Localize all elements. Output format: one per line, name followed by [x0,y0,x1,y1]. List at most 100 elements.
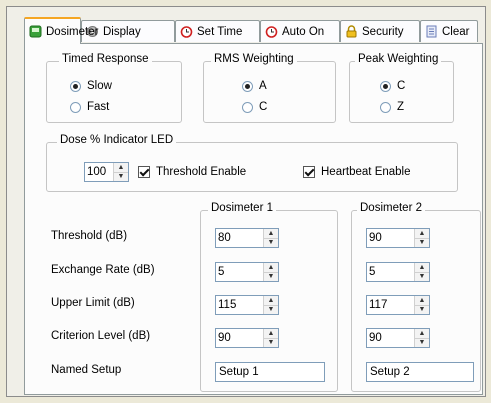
heartbeat-enable-label: Heartbeat Enable [321,166,411,178]
peak-z-radio-label: Z [397,101,405,113]
d2-exchange-rate-spin-buttons: ▲ ▼ [414,263,429,281]
slow-radio-label: Slow [87,80,112,92]
rms-a-radio-dot [242,80,253,92]
d1-criterion-level-value: 90 [218,332,231,344]
tab-auto-on[interactable]: Auto On [260,20,340,42]
d1-threshold-value: 80 [218,232,231,244]
timed-response-title: Timed Response [59,53,152,65]
peak-c-radio-dot [380,80,391,92]
tab-security-label: Security [362,25,404,38]
spin-down-icon[interactable]: ▼ [264,272,278,281]
d1-upper-limit-value: 115 [218,299,237,311]
d1-criterion-level-spin-buttons: ▲ ▼ [263,329,278,347]
fast-radio-dot [70,101,81,113]
tab-set-time-label: Set Time [197,25,243,38]
rms-weighting-group [203,61,336,123]
rms-c-radio-dot [242,101,253,113]
spin-down-icon[interactable]: ▼ [415,238,429,247]
dose-led-spinner[interactable]: 100 ▲ ▼ [84,162,129,182]
spin-up-icon[interactable]: ▲ [415,229,429,239]
spin-up-icon[interactable]: ▲ [415,263,429,273]
d1-threshold-spinner[interactable]: 80 ▲ ▼ [215,228,279,248]
threshold-enable-checkbox[interactable]: Threshold Enable [138,166,246,178]
peak-c-radio[interactable]: C [380,80,405,92]
d1-upper-limit-spinner[interactable]: 115 ▲ ▼ [215,295,279,315]
d2-upper-limit-spin-buttons: ▲ ▼ [414,296,429,314]
threshold-enable-label: Threshold Enable [156,166,247,178]
d2-upper-limit-spinner[interactable]: 117 ▲ ▼ [366,295,430,315]
dosimeter1-title: Dosimeter 1 [208,202,276,214]
fast-radio[interactable]: Fast [70,101,109,113]
named-setup-label: Named Setup [51,364,122,376]
tab-auto-on-label: Auto On [282,25,325,38]
clock-icon [265,25,278,38]
peak-z-radio[interactable]: Z [380,101,404,113]
d2-criterion-level-spin-buttons: ▲ ▼ [414,329,429,347]
dosimeter-icon [29,25,42,38]
rms-a-radio[interactable]: A [242,80,267,92]
heartbeat-enable-checkbox[interactable]: Heartbeat Enable [303,166,411,178]
tab-security[interactable]: Security [340,20,420,42]
spin-up-icon[interactable]: ▲ [264,296,278,306]
clock-icon [180,25,193,38]
spin-down-icon[interactable]: ▼ [264,238,278,247]
d1-exchange-rate-spin-buttons: ▲ ▼ [263,263,278,281]
spin-down-icon[interactable]: ▼ [415,272,429,281]
clear-icon [425,25,438,38]
peak-c-radio-label: C [397,80,406,92]
tab-clear[interactable]: Clear [420,20,478,42]
criterion-level-label: Criterion Level (dB) [51,330,151,342]
fast-radio-label: Fast [87,101,110,113]
exchange-rate-label: Exchange Rate (dB) [51,264,155,276]
spin-up-icon[interactable]: ▲ [264,329,278,339]
d2-criterion-level-value: 90 [369,332,382,344]
timed-response-group [46,61,182,123]
d2-upper-limit-value: 117 [369,299,388,311]
dose-led-value: 100 [87,166,107,178]
tab-display-label: Display [103,25,141,38]
rms-weighting-title: RMS Weighting [211,53,297,65]
peak-weighting-group [349,61,454,123]
d2-threshold-value: 90 [369,232,382,244]
dose-led-title: Dose % Indicator LED [57,134,177,146]
rms-a-radio-label: A [259,80,267,92]
d2-threshold-spinner[interactable]: 90 ▲ ▼ [366,228,430,248]
slow-radio[interactable]: Slow [70,80,112,92]
spin-down-icon[interactable]: ▼ [114,172,128,181]
tab-clear-label: Clear [442,25,470,38]
spin-up-icon[interactable]: ▲ [264,263,278,273]
d2-named-setup-input[interactable]: Setup 2 [366,362,474,382]
d1-criterion-level-spinner[interactable]: 90 ▲ ▼ [215,328,279,348]
spin-down-icon[interactable]: ▼ [264,305,278,314]
d2-exchange-rate-spinner[interactable]: 5 ▲ ▼ [366,262,430,282]
rms-c-radio-label: C [259,101,268,113]
heartbeat-enable-box [303,166,315,178]
threshold-enable-box [138,166,150,178]
spin-down-icon[interactable]: ▼ [264,338,278,347]
spin-up-icon[interactable]: ▲ [264,229,278,239]
spin-up-icon[interactable]: ▲ [114,163,128,173]
spin-up-icon[interactable]: ▲ [415,296,429,306]
rms-c-radio[interactable]: C [242,101,267,113]
dosimeter2-title: Dosimeter 2 [357,202,425,214]
d2-threshold-spin-buttons: ▲ ▼ [414,229,429,247]
peak-weighting-title: Peak Weighting [355,53,442,65]
d2-exchange-rate-value: 5 [369,266,376,278]
spin-down-icon[interactable]: ▼ [415,305,429,314]
d1-upper-limit-spin-buttons: ▲ ▼ [263,296,278,314]
dose-led-spin-buttons: ▲ ▼ [113,163,128,181]
tab-dosimeter-label: Dosimeter [46,25,99,38]
spin-down-icon[interactable]: ▼ [415,338,429,347]
peak-z-radio-dot [380,101,391,113]
tab-dosimeter[interactable]: Dosimeter [24,17,98,44]
slow-radio-dot [70,80,81,92]
d1-exchange-rate-spinner[interactable]: 5 ▲ ▼ [215,262,279,282]
d1-named-setup-input[interactable]: Setup 1 [215,362,325,382]
upper-limit-label: Upper Limit (dB) [51,297,135,309]
lock-icon [345,25,358,38]
d1-threshold-spin-buttons: ▲ ▼ [263,229,278,247]
spin-up-icon[interactable]: ▲ [415,329,429,339]
threshold-label: Threshold (dB) [51,230,128,242]
d2-criterion-level-spinner[interactable]: 90 ▲ ▼ [366,328,430,348]
tab-set-time[interactable]: Set Time [175,20,260,42]
